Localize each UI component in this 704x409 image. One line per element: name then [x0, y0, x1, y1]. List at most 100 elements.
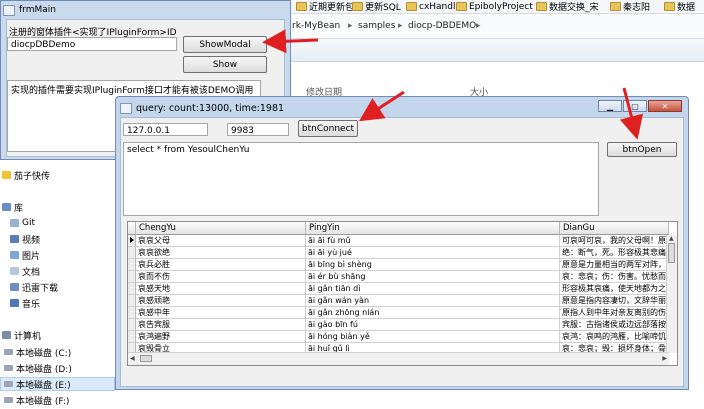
table-cell[interactable]: 哀兵必胜: [136, 259, 306, 271]
table-cell[interactable]: āi hóng biàn yě: [306, 331, 560, 343]
row-header[interactable]: [128, 319, 136, 331]
nav-drive-c[interactable]: 本地磁盘 (C:): [4, 345, 71, 359]
show-modal-button[interactable]: ShowModal: [183, 36, 267, 53]
close-icon[interactable]: ✕: [648, 100, 682, 112]
computer-icon: [2, 331, 11, 339]
sql-memo[interactable]: select * from YesoulChenYu: [123, 142, 599, 216]
scroll-left-icon[interactable]: ◀: [130, 355, 135, 362]
show-button[interactable]: Show: [183, 56, 267, 73]
grid-header-pingyin[interactable]: PingYin: [306, 222, 560, 235]
plugin-id-input[interactable]: diocpDBDemo: [7, 37, 177, 51]
bookmark-5[interactable]: 数据交换_宋: [536, 0, 599, 13]
table-cell[interactable]: āi gào bīn fú: [306, 319, 560, 331]
app-icon: [120, 102, 132, 114]
table-cell[interactable]: 绝：断气，死。形容极其悲痛: [560, 247, 669, 259]
bookmark-label: 秦志阳: [623, 3, 651, 13]
table-cell[interactable]: 哀感中年: [136, 307, 306, 319]
breadcrumb-item[interactable]: rk-MyBean: [292, 21, 340, 31]
row-header[interactable]: [128, 259, 136, 271]
bookmark-2[interactable]: 更新SQL: [352, 0, 401, 13]
chevron-right-icon: ▸: [348, 21, 353, 31]
table-cell[interactable]: āi gǎn wán yàn: [306, 295, 560, 307]
table-cell[interactable]: 原意是力量相当的两军对阵，: [560, 259, 669, 271]
host-input[interactable]: 127.0.0.1: [123, 123, 208, 136]
bookmark-3[interactable]: cxHandle: [406, 0, 461, 13]
table-cell[interactable]: āi ér bù shāng: [306, 271, 560, 283]
table-cell[interactable]: āi gǎn tiān dì: [306, 283, 560, 295]
nav-computer[interactable]: 计算机: [2, 328, 41, 342]
breadcrumb-item[interactable]: diocp-DBDEMO: [408, 21, 476, 31]
chevron-right-icon: ▸: [398, 21, 403, 31]
table-cell[interactable]: 形容极其哀痛，使天地都为之: [560, 283, 669, 295]
nav-library[interactable]: 库: [2, 200, 23, 214]
table-row[interactable]: 哀鸿遍野 āi hóng biàn yě 哀鸿：哀鸣的鸿雁，比喻啼饥: [128, 331, 677, 343]
row-header[interactable]: [128, 247, 136, 259]
table-row[interactable]: 哀告宾服 āi gào bīn fú 宾服：古指诸侯或边远部落按: [128, 319, 677, 331]
table-cell[interactable]: 哀感天地: [136, 283, 306, 295]
data-grid[interactable]: ChengYu PingYin DianGu 哀哀父母 āi āi fù mǔ 可哀…: [127, 221, 678, 366]
nav-drive-e[interactable]: 本地磁盘 (E:): [4, 377, 71, 391]
table-row[interactable]: 哀感天地 āi gǎn tiān dì 形容极其哀痛，使天地都为之: [128, 283, 677, 295]
open-button[interactable]: btnOpen: [607, 142, 677, 157]
table-row[interactable]: 哀兵必胜 āi bīng bì shèng 原意是力量相当的两军对阵，: [128, 259, 677, 271]
table-cell[interactable]: 宾服：古指诸侯或边远部落按: [560, 319, 669, 331]
frmmain-title-bar[interactable]: frmMain: [3, 2, 289, 18]
nav-drive-d[interactable]: 本地磁盘 (D:): [4, 361, 72, 375]
table-row[interactable]: 哀感中年 āi gǎn zhōng nián 原指人到中年对亲友离别的伤: [128, 307, 677, 319]
bookmark-1[interactable]: 近期更新包: [296, 0, 354, 13]
table-cell[interactable]: 哀哀欲绝: [136, 247, 306, 259]
horizontal-scrollbar[interactable]: ◀ ▶: [128, 352, 669, 365]
table-cell[interactable]: 哀哀父母: [136, 235, 306, 247]
scroll-up-icon[interactable]: ▲: [669, 235, 674, 242]
table-cell[interactable]: 哀鸿：哀鸣的鸿雁，比喻啼饥: [560, 331, 669, 343]
bookmark-6[interactable]: 秦志阳: [610, 0, 650, 13]
nav-documents[interactable]: 文档: [10, 264, 40, 278]
table-cell[interactable]: 可哀呵可哀，我的父母啊！原: [560, 235, 669, 247]
bookmark-4[interactable]: EpibolyProject: [456, 0, 533, 13]
grid-header-chengyu[interactable]: ChengYu: [136, 222, 306, 235]
table-cell[interactable]: āi āi fù mǔ: [306, 235, 560, 247]
row-header[interactable]: [128, 271, 136, 283]
row-header[interactable]: [128, 307, 136, 319]
table-cell[interactable]: 哀鸿遍野: [136, 331, 306, 343]
row-header[interactable]: [128, 283, 136, 295]
query-title-bar[interactable]: query: count:13000, time:1981: [120, 100, 284, 116]
breadcrumb-item[interactable]: samples: [358, 21, 395, 31]
nav-pictures[interactable]: 图片: [10, 248, 40, 262]
nav-music[interactable]: 音乐: [10, 296, 40, 310]
table-cell[interactable]: 哀告宾服: [136, 319, 306, 331]
nav-drive-f[interactable]: 本地磁盘 (F:): [4, 393, 69, 407]
minimize-icon[interactable]: ▁: [598, 100, 622, 112]
connect-button[interactable]: btnConnect: [298, 120, 358, 137]
bookmark-7[interactable]: 数据: [664, 0, 695, 13]
maximize-icon[interactable]: ▢: [623, 100, 647, 112]
port-input[interactable]: 9983: [227, 123, 289, 136]
table-row[interactable]: 哀而不伤 āi ér bù shāng 哀：悲哀；伤：伤害。忧愁而: [128, 271, 677, 283]
table-cell[interactable]: 哀：悲哀；伤：伤害。忧愁而: [560, 271, 669, 283]
table-row[interactable]: 哀哀欲绝 āi āi yù jué 绝：断气，死。形容极其悲痛: [128, 247, 677, 259]
table-row[interactable]: 哀哀父母 āi āi fù mǔ 可哀呵可哀，我的父母啊！原: [128, 235, 677, 247]
document-icon: [10, 267, 19, 275]
vertical-scrollbar[interactable]: ▲: [666, 235, 677, 353]
table-cell[interactable]: 哀感顽艳: [136, 295, 306, 307]
row-header[interactable]: [128, 295, 136, 307]
nav-videos[interactable]: 视频: [10, 232, 40, 246]
table-cell[interactable]: āi gǎn zhōng nián: [306, 307, 560, 319]
table-cell[interactable]: āi āi yù jué: [306, 247, 560, 259]
table-cell[interactable]: 原指人到中年对亲友离别的伤: [560, 307, 669, 319]
music-icon: [10, 299, 19, 307]
table-cell[interactable]: 原意是指内容凄切，文辞华丽: [560, 295, 669, 307]
vertical-scroll-thumb[interactable]: [668, 243, 675, 263]
grid-header-diangu[interactable]: DianGu: [560, 222, 669, 235]
nav-downloads[interactable]: 迅雷下载: [10, 280, 58, 294]
nav-favorite[interactable]: 茄子快传: [2, 168, 50, 182]
nav-label: 文档: [22, 267, 41, 278]
table-cell[interactable]: 哀而不伤: [136, 271, 306, 283]
table-row[interactable]: 哀感顽艳 āi gǎn wán yàn 原意是指内容凄切，文辞华丽: [128, 295, 677, 307]
scroll-right-icon[interactable]: ▶: [662, 355, 667, 362]
nav-git[interactable]: Git: [10, 216, 35, 230]
horizontal-scroll-thumb[interactable]: [140, 355, 152, 362]
row-header[interactable]: [128, 331, 136, 343]
table-cell[interactable]: āi bīng bì shèng: [306, 259, 560, 271]
current-row-indicator-icon[interactable]: [128, 235, 136, 247]
